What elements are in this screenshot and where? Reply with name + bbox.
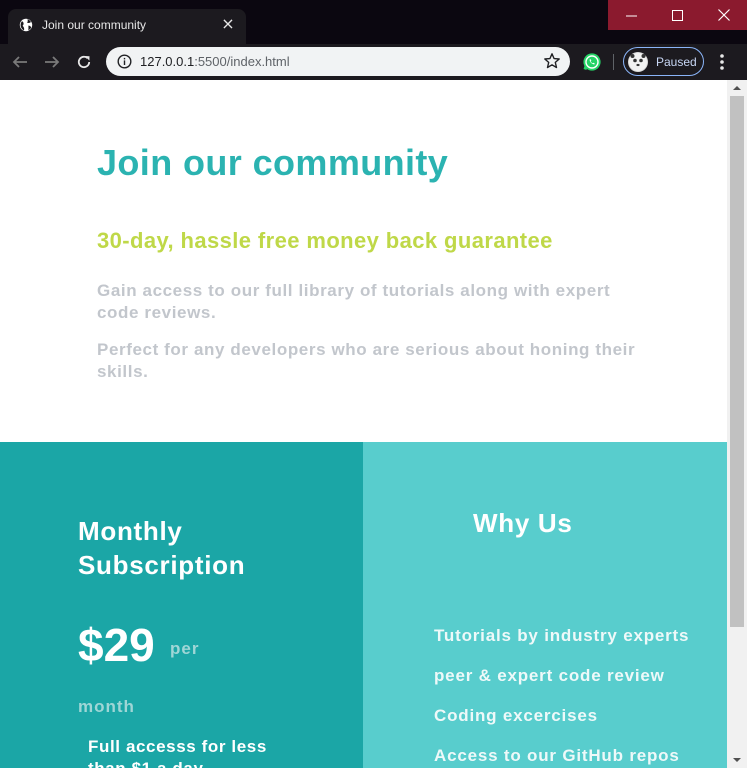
toolbar-separator: [613, 54, 614, 70]
minimize-icon: [625, 15, 637, 16]
scrollbar-thumb[interactable]: [730, 96, 744, 627]
subscription-panel: Monthly Subscription $29 per month Full …: [0, 442, 363, 768]
scroll-up-icon[interactable]: [727, 80, 747, 96]
browser-tab[interactable]: Join our community ×: [8, 9, 246, 44]
url-text[interactable]: 127.0.0.1:5500/index.html: [140, 54, 290, 69]
scroll-down-icon[interactable]: [727, 752, 747, 768]
whatsapp-icon[interactable]: [582, 52, 602, 72]
subscription-note: Full accesss for less than $1 a day: [88, 737, 267, 768]
guarantee-subheading: 30-day, hassle free money back guarantee: [97, 228, 553, 253]
reload-button[interactable]: [72, 50, 96, 74]
back-button[interactable]: [8, 50, 32, 74]
tab-title: Join our community: [42, 18, 147, 32]
arrow-left-icon: [12, 56, 27, 68]
close-window-button[interactable]: [700, 0, 747, 30]
globe-icon: [19, 18, 33, 32]
subscription-title: Monthly Subscription: [78, 516, 246, 580]
list-item: Coding excercises: [434, 706, 598, 725]
info-icon[interactable]: [117, 54, 132, 69]
address-bar[interactable]: 127.0.0.1:5500/index.html: [106, 47, 570, 76]
reload-icon: [77, 55, 91, 69]
arrow-right-icon: [45, 56, 60, 68]
close-icon: [717, 9, 730, 21]
maximize-icon: [671, 9, 683, 21]
audience-paragraph: Perfect for any developers who are serio…: [97, 340, 636, 381]
star-icon[interactable]: [543, 52, 561, 70]
why-us-title: Why Us: [473, 508, 573, 538]
price-period: month: [78, 697, 135, 716]
tab-close-icon[interactable]: ×: [219, 15, 237, 33]
list-item: Access to our GitHub repos: [434, 746, 680, 765]
more-menu-icon[interactable]: [712, 51, 732, 73]
vertical-scrollbar[interactable]: [727, 80, 747, 768]
browser-toolbar: 127.0.0.1:5500/index.html Paused: [0, 44, 747, 80]
price: $29: [78, 619, 155, 671]
forward-button[interactable]: [40, 50, 64, 74]
why-us-list: Tutorials by industry experts peer & exp…: [434, 626, 689, 768]
price-per: per: [170, 639, 200, 658]
minimize-button[interactable]: [608, 0, 654, 30]
list-item: peer & expert code review: [434, 666, 665, 685]
why-us-panel: Why Us Tutorials by industry experts pee…: [363, 442, 727, 768]
page-viewport: Join our community 30-day, hassle free m…: [0, 80, 727, 768]
profile-status: Paused: [656, 55, 697, 69]
intro-paragraph: Gain access to our full library of tutor…: [97, 281, 611, 322]
url-host: 127.0.0.1: [140, 54, 195, 69]
maximize-button[interactable]: [654, 0, 700, 30]
profile-button[interactable]: Paused: [623, 47, 704, 76]
page-title: Join our community: [97, 142, 449, 183]
avatar: [628, 52, 648, 72]
url-path: :5500/index.html: [194, 54, 290, 69]
window-title-bar: Join our community ×: [0, 0, 747, 44]
panda-avatar-icon: [629, 53, 647, 71]
list-item: Tutorials by industry experts: [434, 626, 690, 645]
